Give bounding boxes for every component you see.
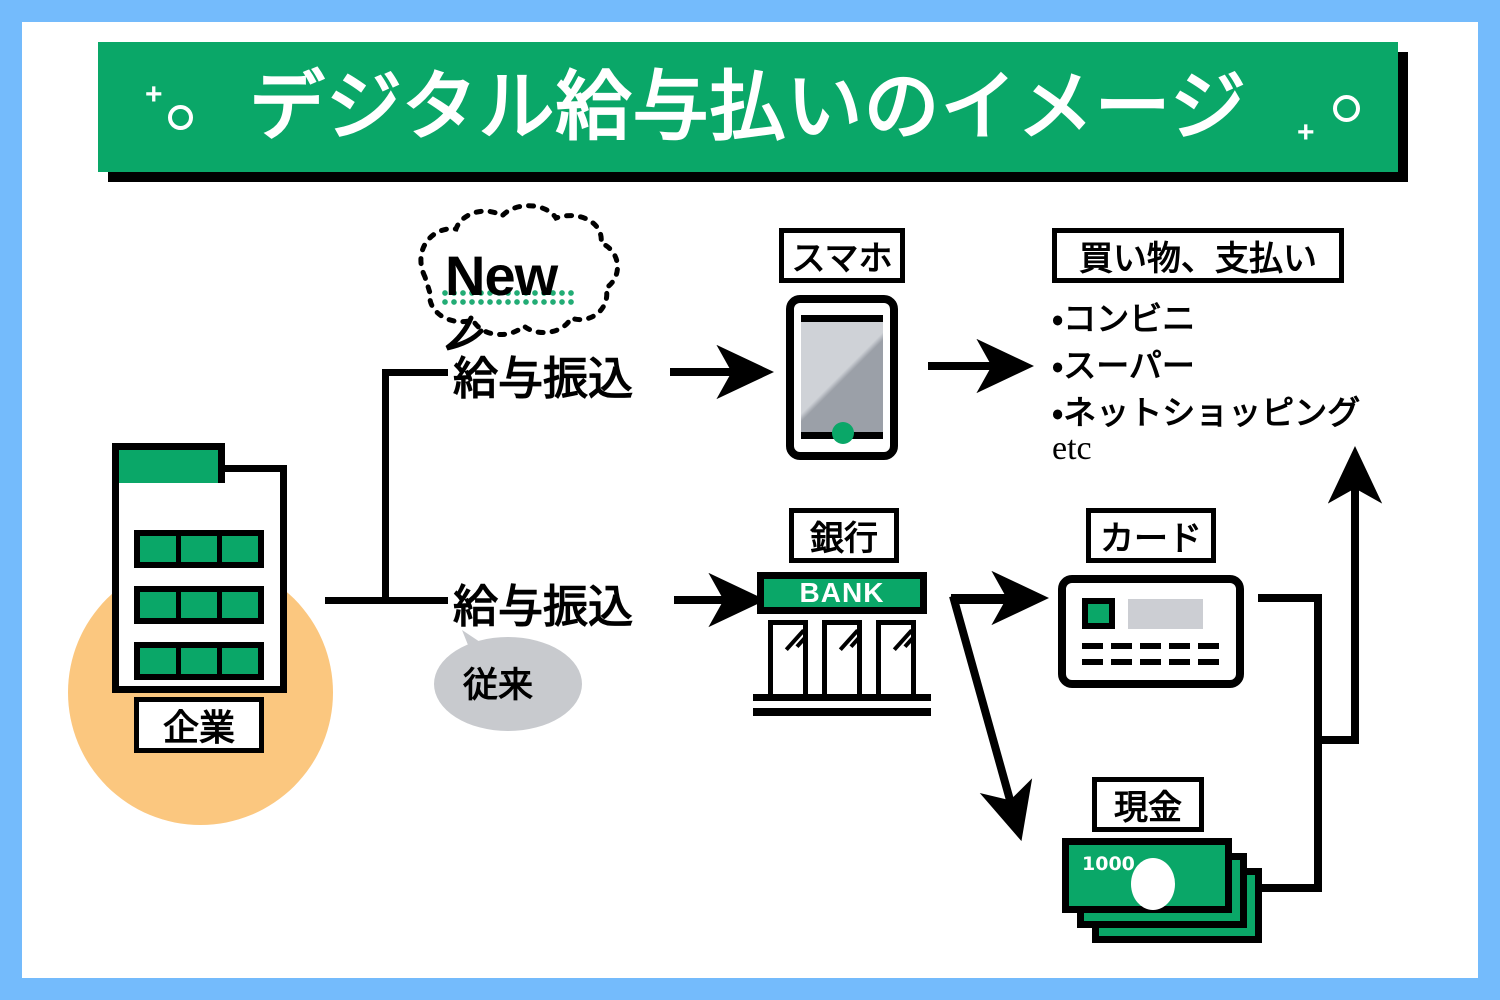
card-number-row xyxy=(1082,643,1219,649)
frame-border-right xyxy=(1478,0,1500,1000)
connector-trunk-vertical xyxy=(382,369,389,604)
company-building-icon xyxy=(112,443,287,693)
label-company: 企業 xyxy=(134,697,264,753)
banknote-front: 1000 xyxy=(1062,838,1232,913)
bank-panel xyxy=(768,620,808,694)
arrow-bank-to-cash xyxy=(949,594,1033,842)
infographic-canvas: デジタル給与払いのイメージ + + 企業 New 従来 給与振込 給与振込 スマ… xyxy=(0,0,1500,1000)
cash-icon: 1000 xyxy=(1062,838,1262,943)
building-window-row xyxy=(134,642,264,680)
bank-sign-text: BANK xyxy=(799,577,885,608)
list-item: ・ネットショッピング xyxy=(1052,392,1361,432)
frame-border-left xyxy=(0,0,22,1000)
phone-home-button xyxy=(832,422,854,444)
arrow-bank-to-card xyxy=(951,596,1012,604)
label-bank-text: 銀行 xyxy=(810,519,878,559)
label-company-text: 企業 xyxy=(162,708,235,749)
label-cash: 現金 xyxy=(1092,777,1204,832)
legacy-badge-text: 従来 xyxy=(463,666,534,706)
bank-facade xyxy=(766,614,918,694)
arrow-return-riser xyxy=(1318,445,1383,744)
title-banner: デジタル給与払いのイメージ xyxy=(98,42,1398,172)
label-card: カード xyxy=(1086,508,1216,563)
bank-sign: BANK xyxy=(757,572,927,614)
list-item: ・コンビニ xyxy=(1052,299,1196,338)
bank-base-line-upper xyxy=(753,694,931,701)
decoration-circle-right xyxy=(1333,95,1360,122)
building-window-row xyxy=(134,530,264,568)
arrow-payments-return xyxy=(1258,594,1322,892)
decoration-circle-left xyxy=(168,105,193,130)
shopping-etc-text: etc xyxy=(1052,430,1092,467)
bank-base-line-lower xyxy=(753,708,931,716)
label-salary-transfer-top: 給与振込 xyxy=(453,352,634,405)
label-smartphone: スマホ xyxy=(779,228,905,283)
new-badge-text: New xyxy=(445,244,558,307)
phone-screen xyxy=(801,315,883,439)
label-smartphone-text: スマホ xyxy=(791,239,893,279)
card-number-row xyxy=(1082,659,1219,665)
page-title: デジタル給与払いのイメージ xyxy=(249,62,1247,151)
bank-icon: BANK xyxy=(753,572,931,720)
label-cash-text: 現金 xyxy=(1114,788,1182,828)
connector-branch-top xyxy=(382,369,448,376)
frame-border-bottom xyxy=(0,978,1500,1000)
label-salary-transfer-bottom: 給与振込 xyxy=(453,580,634,633)
connector-branch-bottom xyxy=(325,597,448,604)
decoration-plus-right: + xyxy=(1297,116,1315,149)
label-card-text: カード xyxy=(1100,519,1202,559)
smartphone-icon xyxy=(786,295,898,460)
bank-panel xyxy=(822,620,862,694)
banknote-portrait-oval xyxy=(1131,858,1175,910)
label-shopping: 買い物、支払い xyxy=(1052,228,1344,283)
label-shopping-text: 買い物、支払い xyxy=(1079,239,1317,279)
bank-panel xyxy=(876,620,916,694)
shopping-item-list: ・コンビニ ・スーパー ・ネットショッピング xyxy=(1052,296,1360,437)
card-icon xyxy=(1058,575,1244,688)
card-strip xyxy=(1128,599,1203,629)
frame-border-top xyxy=(0,0,1500,22)
banknote-denomination: 1000 xyxy=(1082,853,1135,875)
building-roof xyxy=(112,443,225,483)
card-chip xyxy=(1082,598,1115,629)
decoration-plus-left: + xyxy=(145,78,163,111)
building-window-row xyxy=(134,586,264,624)
label-bank: 銀行 xyxy=(789,508,899,563)
list-item: ・スーパー xyxy=(1052,345,1195,385)
